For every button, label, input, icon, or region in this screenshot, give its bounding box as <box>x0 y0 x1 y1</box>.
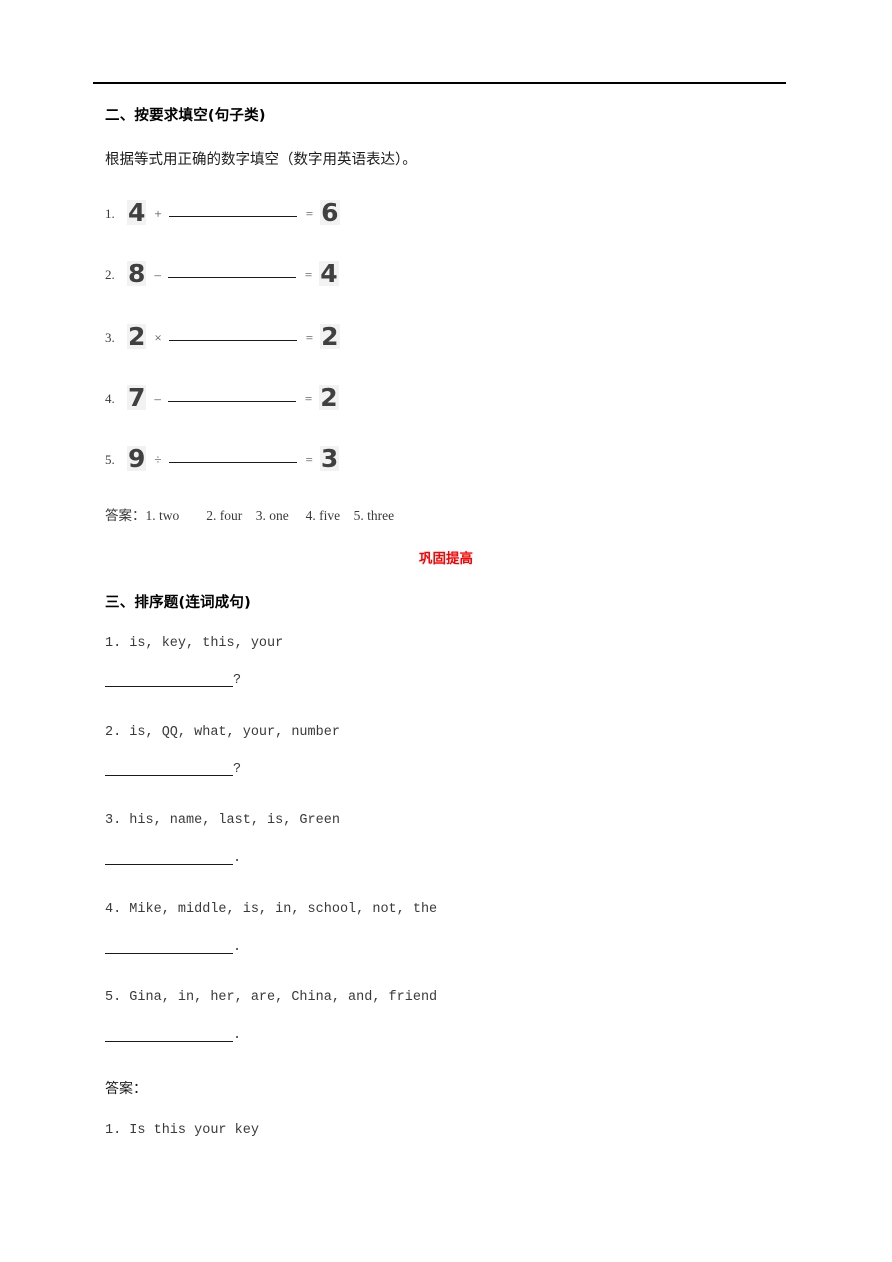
equation-blank[interactable] <box>168 448 297 463</box>
ordering-item-prompt: 5. Gina, in, her, are, China, and, frien… <box>105 990 438 1005</box>
equation-row: 1. 4 + = 6 <box>105 197 340 237</box>
equals-sign: = <box>305 330 314 345</box>
section-three-answer-item: 1. Is this your key <box>105 1123 259 1138</box>
equation-result: 3 <box>319 444 340 473</box>
ordering-answer-punct: . <box>233 850 242 866</box>
ordering-answer-blank[interactable] <box>105 940 233 954</box>
equation-operator: × <box>154 330 162 345</box>
ordering-answer-blank[interactable] <box>105 762 233 776</box>
ordering-answer-punct: ? <box>233 761 242 777</box>
equation-operator: ÷ <box>154 452 162 467</box>
equation-left-operand: 9 <box>127 444 147 473</box>
equation-blank[interactable] <box>168 326 297 341</box>
ordering-answer-punct: ? <box>233 672 242 688</box>
section-two-instruction: 根据等式用正确的数字填空（数字用英语表达）。 <box>105 152 417 168</box>
red-section-banner: 巩固提高 <box>419 551 473 567</box>
section-two-heading: 二、按要求填空(句子类) <box>105 108 266 124</box>
equation-operator: – <box>154 267 161 282</box>
document-page: 二、按要求填空(句子类) 根据等式用正确的数字填空（数字用英语表达）。 1. 4… <box>0 0 892 1262</box>
equation-result: 2 <box>320 322 340 351</box>
ordering-answer-blank[interactable] <box>105 673 233 687</box>
equals-sign: = <box>305 206 314 221</box>
ordering-answer-blank[interactable] <box>105 851 233 865</box>
equals-sign: = <box>304 267 313 282</box>
horizontal-rule <box>93 82 786 84</box>
equation-blank[interactable] <box>168 202 297 217</box>
equation-row: 2. 8 – = 4 <box>105 258 339 298</box>
ordering-answer-blank[interactable] <box>105 1028 233 1042</box>
ordering-item-prompt: 4. Mike, middle, is, in, school, not, th… <box>105 902 438 917</box>
equation-result: 4 <box>319 259 339 288</box>
equation-row: 3. 2 × = 2 <box>105 321 340 361</box>
ordering-answer-punct: . <box>233 1027 242 1043</box>
equation-index: 2. <box>105 267 115 282</box>
equation-left-operand: 4 <box>127 198 147 227</box>
equation-index: 4. <box>105 391 115 406</box>
equation-index: 1. <box>105 206 115 221</box>
equation-row: 5. 9 ÷ = 3 <box>105 443 340 483</box>
equals-sign: = <box>305 452 313 467</box>
ordering-answer-row: ? <box>105 762 241 776</box>
ordering-answer-row: . <box>105 1028 241 1042</box>
equation-left-operand: 7 <box>127 383 147 412</box>
ordering-item-prompt: 1. is, key, this, your <box>105 636 284 651</box>
equation-result: 6 <box>320 198 340 227</box>
equation-index: 3. <box>105 330 115 345</box>
equation-operator: – <box>154 391 161 406</box>
equation-left-operand: 2 <box>127 322 147 351</box>
ordering-answer-punct: . <box>233 939 242 955</box>
equation-blank[interactable] <box>167 387 296 402</box>
section-three-heading: 三、排序题(连词成句) <box>105 595 251 611</box>
equation-blank[interactable] <box>167 263 296 278</box>
equation-index: 5. <box>105 452 115 467</box>
ordering-answer-row: . <box>105 851 241 865</box>
ordering-item-prompt: 3. his, name, last, is, Green <box>105 813 340 828</box>
equation-row: 4. 7 – = 2 <box>105 382 339 422</box>
ordering-item-prompt: 2. is, QQ, what, your, number <box>105 725 340 740</box>
equals-sign: = <box>304 391 313 406</box>
equation-operator: + <box>154 206 162 221</box>
ordering-answer-row: . <box>105 940 241 954</box>
equation-left-operand: 8 <box>127 259 147 288</box>
ordering-answer-row: ? <box>105 673 241 687</box>
section-three-answer-label: 答案： <box>105 1082 147 1097</box>
section-two-answer-line: 答案：1. two 2. four 3. one 4. five 5. thre… <box>105 508 395 523</box>
equation-result: 2 <box>319 383 339 412</box>
